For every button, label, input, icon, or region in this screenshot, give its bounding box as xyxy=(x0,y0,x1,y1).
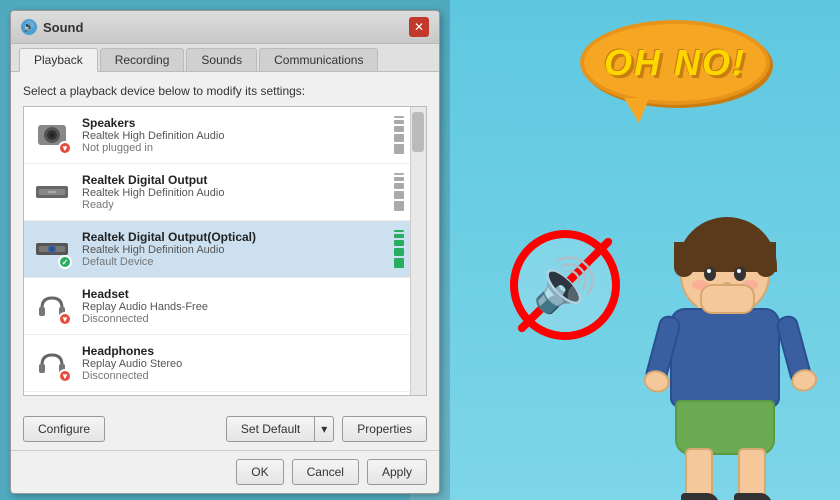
digital-output-type: Realtek High Definition Audio xyxy=(82,187,384,199)
speakers-bars xyxy=(394,116,406,154)
digital-output-name: Realtek Digital Output xyxy=(82,173,384,187)
dialog-body: Select a playback device below to modify… xyxy=(11,72,439,408)
speech-bubble-body: OH NO! xyxy=(580,20,770,105)
digital-output-status: Ready xyxy=(82,199,384,211)
optical-info: Realtek Digital Output(Optical) Realtek … xyxy=(82,230,384,268)
speech-bubble: OH NO! xyxy=(580,20,780,120)
device-item-speakers[interactable]: ▼ Speakers Realtek High Definition Audio… xyxy=(24,107,426,164)
device-item-headphones[interactable]: ▼ Headphones Replay Audio Stereo Disconn… xyxy=(24,335,426,392)
speakers-badge: ▼ xyxy=(58,141,72,155)
boy-hair-left xyxy=(674,242,694,277)
optical-bars xyxy=(394,230,406,268)
no-sound-icon: 🔊 xyxy=(510,230,620,340)
device-item-headset[interactable]: ▼ Headset Replay Audio Hands-Free Discon… xyxy=(24,278,426,335)
cartoon-boy xyxy=(650,220,810,500)
dialog-title: Sound xyxy=(43,20,83,35)
dialog-titlebar: 🔊 Sound ✕ xyxy=(11,11,439,44)
boy-eye-right xyxy=(734,267,746,281)
no-sign-circle: 🔊 xyxy=(510,230,620,340)
boy-hand-left xyxy=(641,367,672,395)
boy-head xyxy=(680,220,770,315)
ohno-text: OH NO! xyxy=(604,42,746,84)
dialog-footer-buttons: Configure Set Default ▾ Properties xyxy=(11,408,439,450)
close-button[interactable]: ✕ xyxy=(409,17,429,37)
set-default-arrow-button[interactable]: ▾ xyxy=(315,416,334,442)
device-list[interactable]: ▼ Speakers Realtek High Definition Audio… xyxy=(23,106,427,396)
speakers-name: Speakers xyxy=(82,116,384,130)
boy-leg-right xyxy=(738,448,766,500)
cancel-button[interactable]: Cancel xyxy=(292,459,359,485)
sound-dialog: 🔊 Sound ✕ Playback Recording Sounds Comm… xyxy=(10,10,440,494)
headphones-badge: ▼ xyxy=(58,369,72,383)
headset-icon: ▼ xyxy=(32,286,72,326)
headphones-name: Headphones xyxy=(82,344,406,358)
boy-hand-mouth xyxy=(700,284,755,314)
boy-eye-left xyxy=(704,267,716,281)
speakers-icon: ▼ xyxy=(32,115,72,155)
digital-output-bars xyxy=(394,173,406,211)
headset-name: Headset xyxy=(82,287,406,301)
device-item-digital-output[interactable]: Realtek Digital Output Realtek High Defi… xyxy=(24,164,426,221)
headphones-info: Headphones Replay Audio Stereo Disconnec… xyxy=(82,344,406,382)
sound-icon: 🔊 xyxy=(21,19,37,35)
headset-status: Disconnected xyxy=(82,313,406,325)
set-default-group: Set Default ▾ xyxy=(226,416,334,442)
optical-badge: ✓ xyxy=(58,255,72,269)
boy-shoe-right xyxy=(734,493,772,500)
speakers-type: Realtek High Definition Audio xyxy=(82,130,384,142)
set-default-button[interactable]: Set Default xyxy=(226,416,315,442)
boy-arm-right xyxy=(774,313,813,386)
headphones-icon: ▼ xyxy=(32,343,72,383)
boy-shoe-left xyxy=(681,493,719,500)
scrollbar[interactable] xyxy=(410,107,426,395)
tab-playback[interactable]: Playback xyxy=(19,48,98,72)
headset-badge: ▼ xyxy=(58,312,72,326)
boy-hair-right xyxy=(756,242,776,277)
digital-output-icon xyxy=(32,172,72,212)
speaker-emoji: 🔊 xyxy=(533,255,598,316)
title-left: 🔊 Sound xyxy=(21,19,83,35)
boy-leg-left xyxy=(685,448,713,500)
speakers-status: Not plugged in xyxy=(82,142,384,154)
background-cartoon: OH NO! 🔊 xyxy=(410,0,840,500)
headset-type: Replay Audio Hands-Free xyxy=(82,301,406,313)
tab-recording[interactable]: Recording xyxy=(100,48,185,71)
optical-name: Realtek Digital Output(Optical) xyxy=(82,230,384,244)
digital-output-info: Realtek Digital Output Realtek High Defi… xyxy=(82,173,384,211)
boy-hand-right xyxy=(789,366,820,394)
dialog-tabs: Playback Recording Sounds Communications xyxy=(11,44,439,72)
tab-communications[interactable]: Communications xyxy=(259,48,378,71)
headphones-status: Disconnected xyxy=(82,370,406,382)
headphones-type: Replay Audio Stereo xyxy=(82,358,406,370)
headset-info: Headset Replay Audio Hands-Free Disconne… xyxy=(82,287,406,325)
dialog-overlay: 🔊 Sound ✕ Playback Recording Sounds Comm… xyxy=(0,0,450,500)
optical-status: Default Device xyxy=(82,256,384,268)
device-item-optical[interactable]: ✓ Realtek Digital Output(Optical) Realte… xyxy=(24,221,426,278)
properties-button[interactable]: Properties xyxy=(342,416,427,442)
configure-button[interactable]: Configure xyxy=(23,416,105,442)
apply-button[interactable]: Apply xyxy=(367,459,427,485)
ok-button[interactable]: OK xyxy=(236,459,283,485)
dialog-action-buttons: OK Cancel Apply xyxy=(11,450,439,493)
instruction-text: Select a playback device below to modify… xyxy=(23,84,427,98)
boy-shorts xyxy=(675,400,775,455)
tab-sounds[interactable]: Sounds xyxy=(186,48,257,71)
optical-type: Realtek High Definition Audio xyxy=(82,244,384,256)
sound-icon-glyph: 🔊 xyxy=(23,22,35,33)
boy-body xyxy=(670,308,780,408)
optical-icon: ✓ xyxy=(32,229,72,269)
scrollbar-thumb[interactable] xyxy=(412,112,424,152)
speakers-info: Speakers Realtek High Definition Audio N… xyxy=(82,116,384,154)
